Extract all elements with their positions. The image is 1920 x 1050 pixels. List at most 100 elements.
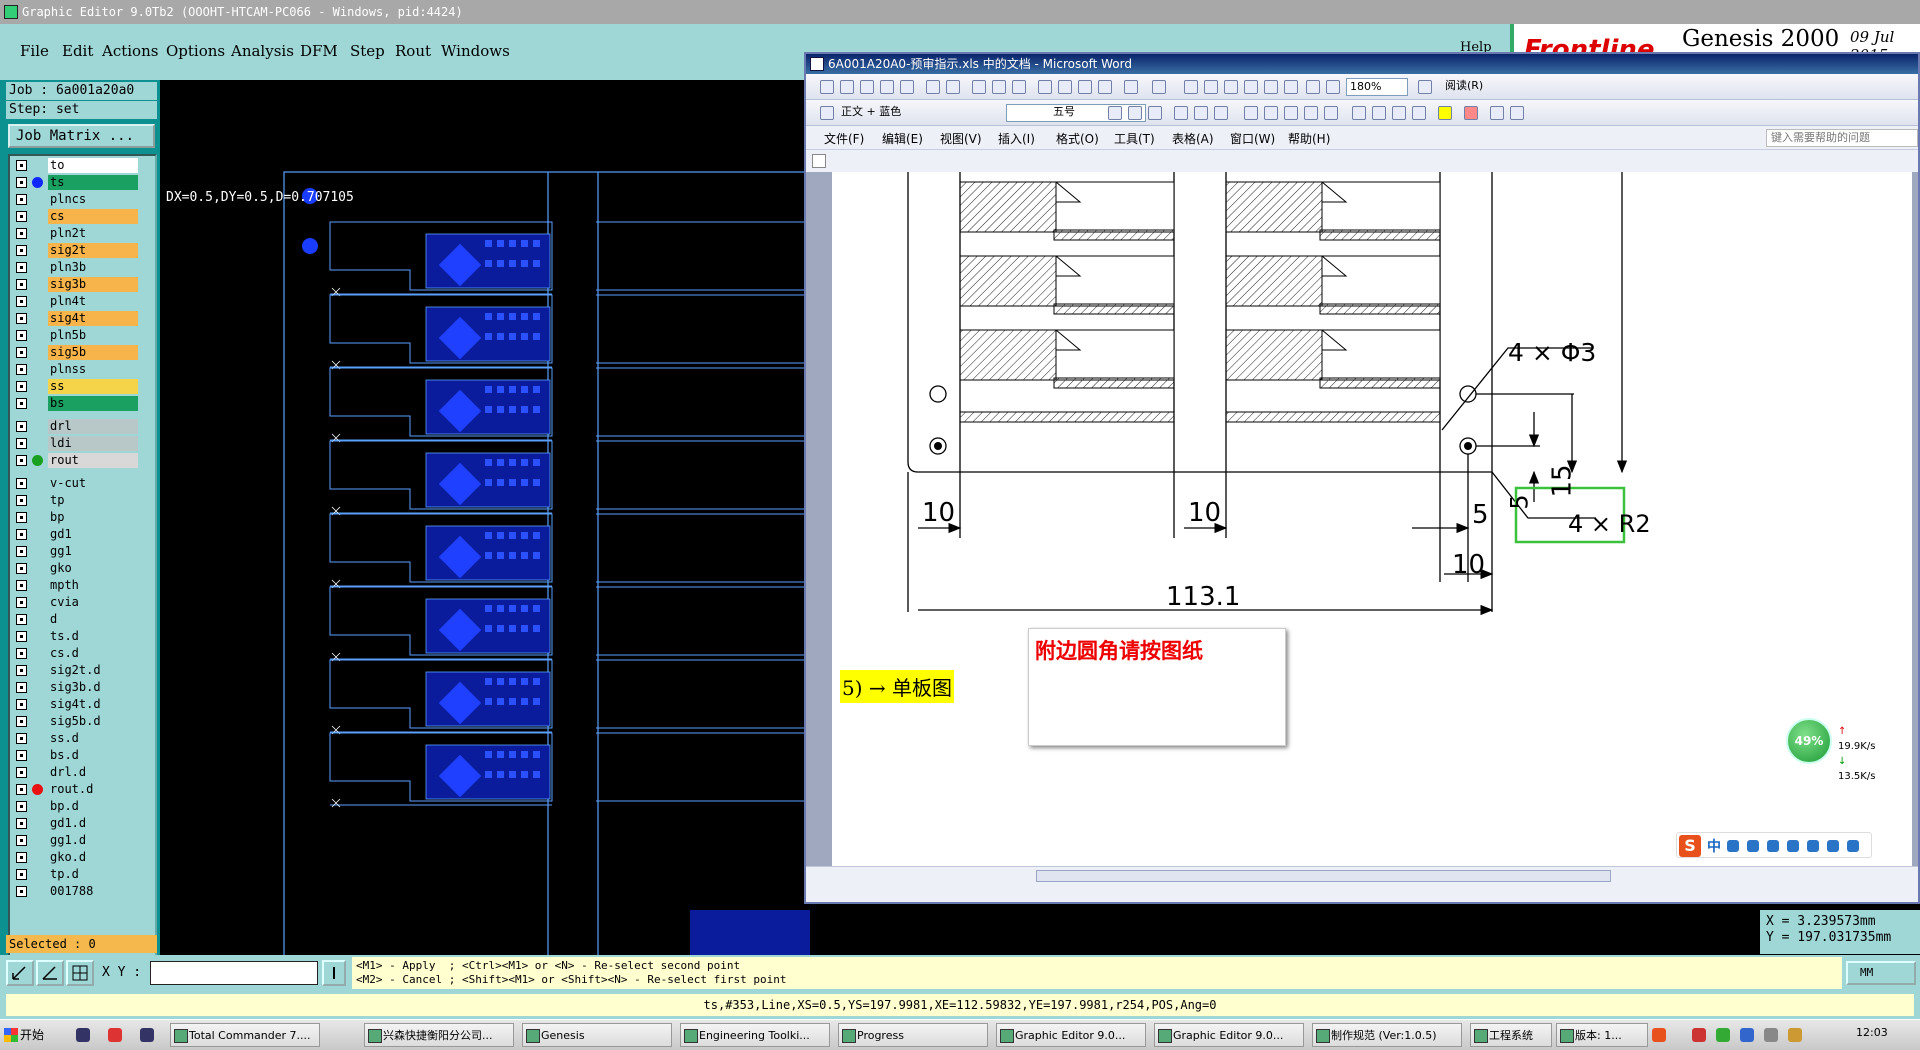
- layer-name[interactable]: gg1: [48, 544, 138, 559]
- view-buttons[interactable]: [812, 870, 872, 882]
- layer-name[interactable]: cs: [48, 209, 138, 224]
- layer-name[interactable]: sig4t: [48, 311, 138, 326]
- bold-icon[interactable]: [1108, 106, 1122, 120]
- layer-row-pln3b[interactable]: pln3b: [12, 260, 138, 275]
- unit-copper[interactable]: [690, 910, 810, 955]
- smd-pad[interactable]: [533, 698, 540, 705]
- scroll-thumb[interactable]: [1036, 870, 1611, 882]
- redo-icon[interactable]: [1152, 80, 1166, 94]
- layer-name[interactable]: bp: [48, 510, 138, 525]
- smd-pad[interactable]: [497, 625, 504, 632]
- paste-icon[interactable]: [1078, 80, 1092, 94]
- task-spec[interactable]: 制作规范 (Ver:1.0.5): [1312, 1023, 1462, 1047]
- smd-pad[interactable]: [497, 333, 504, 340]
- smd-pad[interactable]: [509, 313, 516, 320]
- keyboard-icon[interactable]: [1767, 840, 1779, 852]
- smd-pad[interactable]: [521, 771, 528, 778]
- char-border-icon[interactable]: [1174, 106, 1188, 120]
- smd-pad[interactable]: [485, 479, 492, 486]
- numbering-icon[interactable]: [1352, 106, 1366, 120]
- smd-pad[interactable]: [485, 678, 492, 685]
- layer-checkbox[interactable]: [16, 228, 27, 239]
- smd-pad[interactable]: [521, 333, 528, 340]
- layer-checkbox[interactable]: [16, 495, 27, 506]
- layer-row-ss-d[interactable]: ss.d: [12, 731, 138, 746]
- layer-row-ts-d[interactable]: ts.d: [12, 629, 138, 644]
- layer-checkbox[interactable]: [16, 665, 27, 676]
- layer-row-d[interactable]: d: [12, 612, 138, 627]
- smd-pad[interactable]: [521, 386, 528, 393]
- tables-borders-icon[interactable]: [1204, 80, 1218, 94]
- layer-checkbox[interactable]: [16, 313, 27, 324]
- undo-icon[interactable]: [1124, 80, 1138, 94]
- smd-pad[interactable]: [533, 625, 540, 632]
- smd-pad[interactable]: [497, 406, 504, 413]
- italic-icon[interactable]: [1128, 106, 1142, 120]
- smd-pad[interactable]: [497, 313, 504, 320]
- smd-pad[interactable]: [485, 260, 492, 267]
- layer-row-cvia[interactable]: cvia: [12, 595, 138, 610]
- smd-pad[interactable]: [485, 386, 492, 393]
- smd-pad[interactable]: [533, 751, 540, 758]
- smd-pad[interactable]: [509, 532, 516, 539]
- smd-pad[interactable]: [485, 771, 492, 778]
- smd-pad[interactable]: [497, 678, 504, 685]
- layer-row-001788[interactable]: 001788: [12, 884, 138, 899]
- grid-tool-button[interactable]: [66, 960, 94, 986]
- layer-checkbox[interactable]: [16, 869, 27, 880]
- word-menu-window[interactable]: 窗口(W): [1230, 130, 1275, 147]
- layer-name[interactable]: gko: [48, 561, 138, 576]
- bullets-icon[interactable]: [1372, 106, 1386, 120]
- word-menu-format[interactable]: 格式(O): [1056, 130, 1099, 147]
- menu-file[interactable]: File: [20, 42, 49, 60]
- layer-row-gd1[interactable]: gd1: [12, 527, 138, 542]
- smd-pad[interactable]: [509, 771, 516, 778]
- quicklaunch-icon-3[interactable]: [140, 1028, 154, 1042]
- layer-name[interactable]: v-cut: [48, 476, 138, 491]
- layer-name[interactable]: sig3b.d: [48, 680, 138, 695]
- layer-checkbox[interactable]: [16, 381, 27, 392]
- ime-mode[interactable]: 中: [1707, 836, 1721, 856]
- layer-checkbox[interactable]: [16, 438, 27, 449]
- columns-icon[interactable]: [1264, 80, 1278, 94]
- smd-pad[interactable]: [533, 479, 540, 486]
- layer-row-tp-d[interactable]: tp.d: [12, 867, 138, 882]
- smd-pad[interactable]: [485, 333, 492, 340]
- smd-pad[interactable]: [497, 260, 504, 267]
- task-progress[interactable]: Progress: [838, 1023, 988, 1047]
- layer-row-bp-d[interactable]: bp.d: [12, 799, 138, 814]
- layer-checkbox[interactable]: [16, 512, 27, 523]
- punctuation-icon[interactable]: [1747, 840, 1759, 852]
- task-version[interactable]: 版本: 1...: [1556, 1023, 1648, 1047]
- layer-row-plnss[interactable]: plnss: [12, 362, 138, 377]
- layer-name[interactable]: sig5b.d: [48, 714, 138, 729]
- layer-checkbox[interactable]: [16, 767, 27, 778]
- smd-pad[interactable]: [533, 260, 540, 267]
- layer-checkbox[interactable]: [16, 733, 27, 744]
- layer-checkbox[interactable]: [16, 716, 27, 727]
- smd-pad[interactable]: [533, 552, 540, 559]
- layer-row-bs-d[interactable]: bs.d: [12, 748, 138, 763]
- smd-pad[interactable]: [509, 459, 516, 466]
- menu-step[interactable]: Step: [350, 42, 385, 60]
- sogou-icon[interactable]: S: [1679, 835, 1701, 857]
- smd-pad[interactable]: [533, 678, 540, 685]
- word-menu-edit[interactable]: 编辑(E): [882, 130, 923, 147]
- layer-checkbox[interactable]: [16, 886, 27, 897]
- format-painter-icon[interactable]: [1098, 80, 1112, 94]
- unit-outline[interactable]: [596, 221, 810, 291]
- layer-name[interactable]: tp: [48, 493, 138, 508]
- enclose-char-icon[interactable]: [1510, 106, 1524, 120]
- layer-row-rout-d[interactable]: rout.d: [12, 782, 138, 797]
- quicklaunch-icon-1[interactable]: [76, 1028, 90, 1042]
- job-matrix-button[interactable]: Job Matrix ...: [8, 124, 155, 148]
- smd-pad[interactable]: [509, 406, 516, 413]
- layer-checkbox[interactable]: [16, 529, 27, 540]
- layer-checkbox[interactable]: [16, 347, 27, 358]
- start-button[interactable]: 开始: [2, 1023, 54, 1047]
- layer-name[interactable]: ss.d: [48, 731, 138, 746]
- line-spacing-icon[interactable]: [1324, 106, 1338, 120]
- smd-pad[interactable]: [509, 605, 516, 612]
- word-window[interactable]: 6A001A20A0-预审指示.xls 中的文档 - Microsoft Wor…: [804, 52, 1920, 904]
- menu-options[interactable]: Options: [166, 42, 225, 60]
